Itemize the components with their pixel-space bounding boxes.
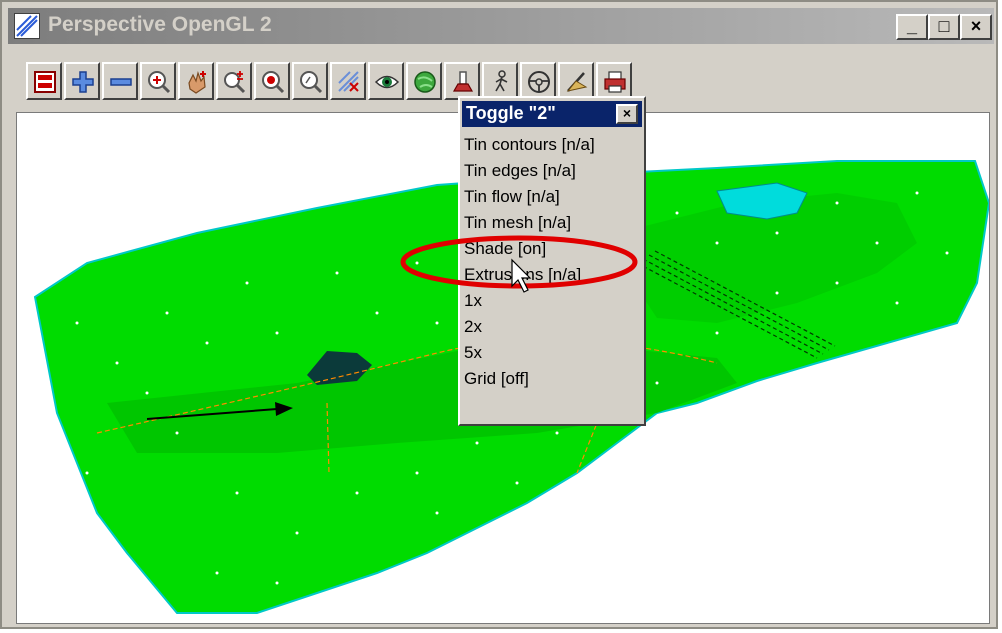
menu-item-shade[interactable]: Shade [on] — [464, 236, 642, 262]
toggle-popup-menu: Toggle "2" × Tin contours [n/a] Tin edge… — [458, 96, 646, 426]
menu-item-tin-contours[interactable]: Tin contours [n/a] — [464, 132, 642, 158]
popup-title-bar[interactable]: Toggle "2" × — [462, 101, 642, 127]
light-icon — [452, 71, 474, 92]
title-bar[interactable]: Perspective OpenGL 2 _ □ × — [8, 8, 994, 44]
menu-item-2x[interactable]: 2x — [464, 314, 642, 340]
menu-item-tin-edges[interactable]: Tin edges [n/a] — [464, 158, 642, 184]
view-eye-button[interactable] — [368, 62, 404, 100]
menu-item-5x[interactable]: 5x — [464, 340, 642, 366]
toggle-button[interactable] — [330, 62, 366, 100]
drape-icon — [566, 72, 588, 92]
zoom-extents-button[interactable] — [254, 62, 290, 100]
globe-button[interactable] — [406, 62, 442, 100]
zoom-window-button[interactable] — [140, 62, 176, 100]
search-button[interactable] — [292, 62, 328, 100]
zoom-out-minus-icon — [110, 78, 132, 86]
zoom-magnifier-icon — [148, 71, 171, 94]
globe-icon — [414, 71, 436, 93]
zoom-extents-icon — [262, 71, 285, 94]
minimize-button[interactable]: _ — [896, 14, 928, 40]
walk-icon — [495, 70, 508, 92]
app-icon — [14, 13, 40, 39]
close-button[interactable]: × — [960, 14, 992, 40]
eye-icon — [374, 75, 400, 89]
zoom-out-button[interactable] — [102, 62, 138, 100]
steering-wheel-icon — [528, 71, 550, 93]
pan-button[interactable] — [178, 62, 214, 100]
maximize-button[interactable]: □ — [928, 14, 960, 40]
zoom-in-plus-icon — [72, 71, 94, 93]
drape-button[interactable] — [558, 62, 594, 100]
pan-hand-icon — [188, 70, 206, 94]
menu-item-grid[interactable]: Grid [off] — [464, 366, 642, 392]
walk-button[interactable] — [482, 62, 518, 100]
drive-button[interactable] — [520, 62, 556, 100]
toggle-icon — [338, 71, 359, 92]
zoom-in-button[interactable] — [64, 62, 100, 100]
menu-item-tin-flow[interactable]: Tin flow [n/a] — [464, 184, 642, 210]
menu-item-extrusions[interactable]: Extrusions [n/a] — [464, 262, 642, 288]
print-button[interactable] — [596, 62, 632, 100]
light-button[interactable] — [444, 62, 480, 100]
menu-item-1x[interactable]: 1x — [464, 288, 642, 314]
plot-window-button[interactable] — [26, 62, 62, 100]
search-icon — [300, 71, 323, 94]
zoom-in-out-button[interactable] — [216, 62, 252, 100]
popup-close-button[interactable]: × — [616, 104, 638, 124]
menu-item-tin-mesh[interactable]: Tin mesh [n/a] — [464, 210, 642, 236]
app-window: Perspective OpenGL 2 _ □ × Toggle "2" × … — [0, 0, 998, 629]
print-icon — [604, 71, 626, 93]
plot-window-icon — [34, 71, 56, 93]
zoom-in-out-icon — [224, 71, 246, 94]
popup-title: Toggle "2" — [466, 103, 556, 123]
window-title: Perspective OpenGL 2 — [48, 13, 272, 36]
